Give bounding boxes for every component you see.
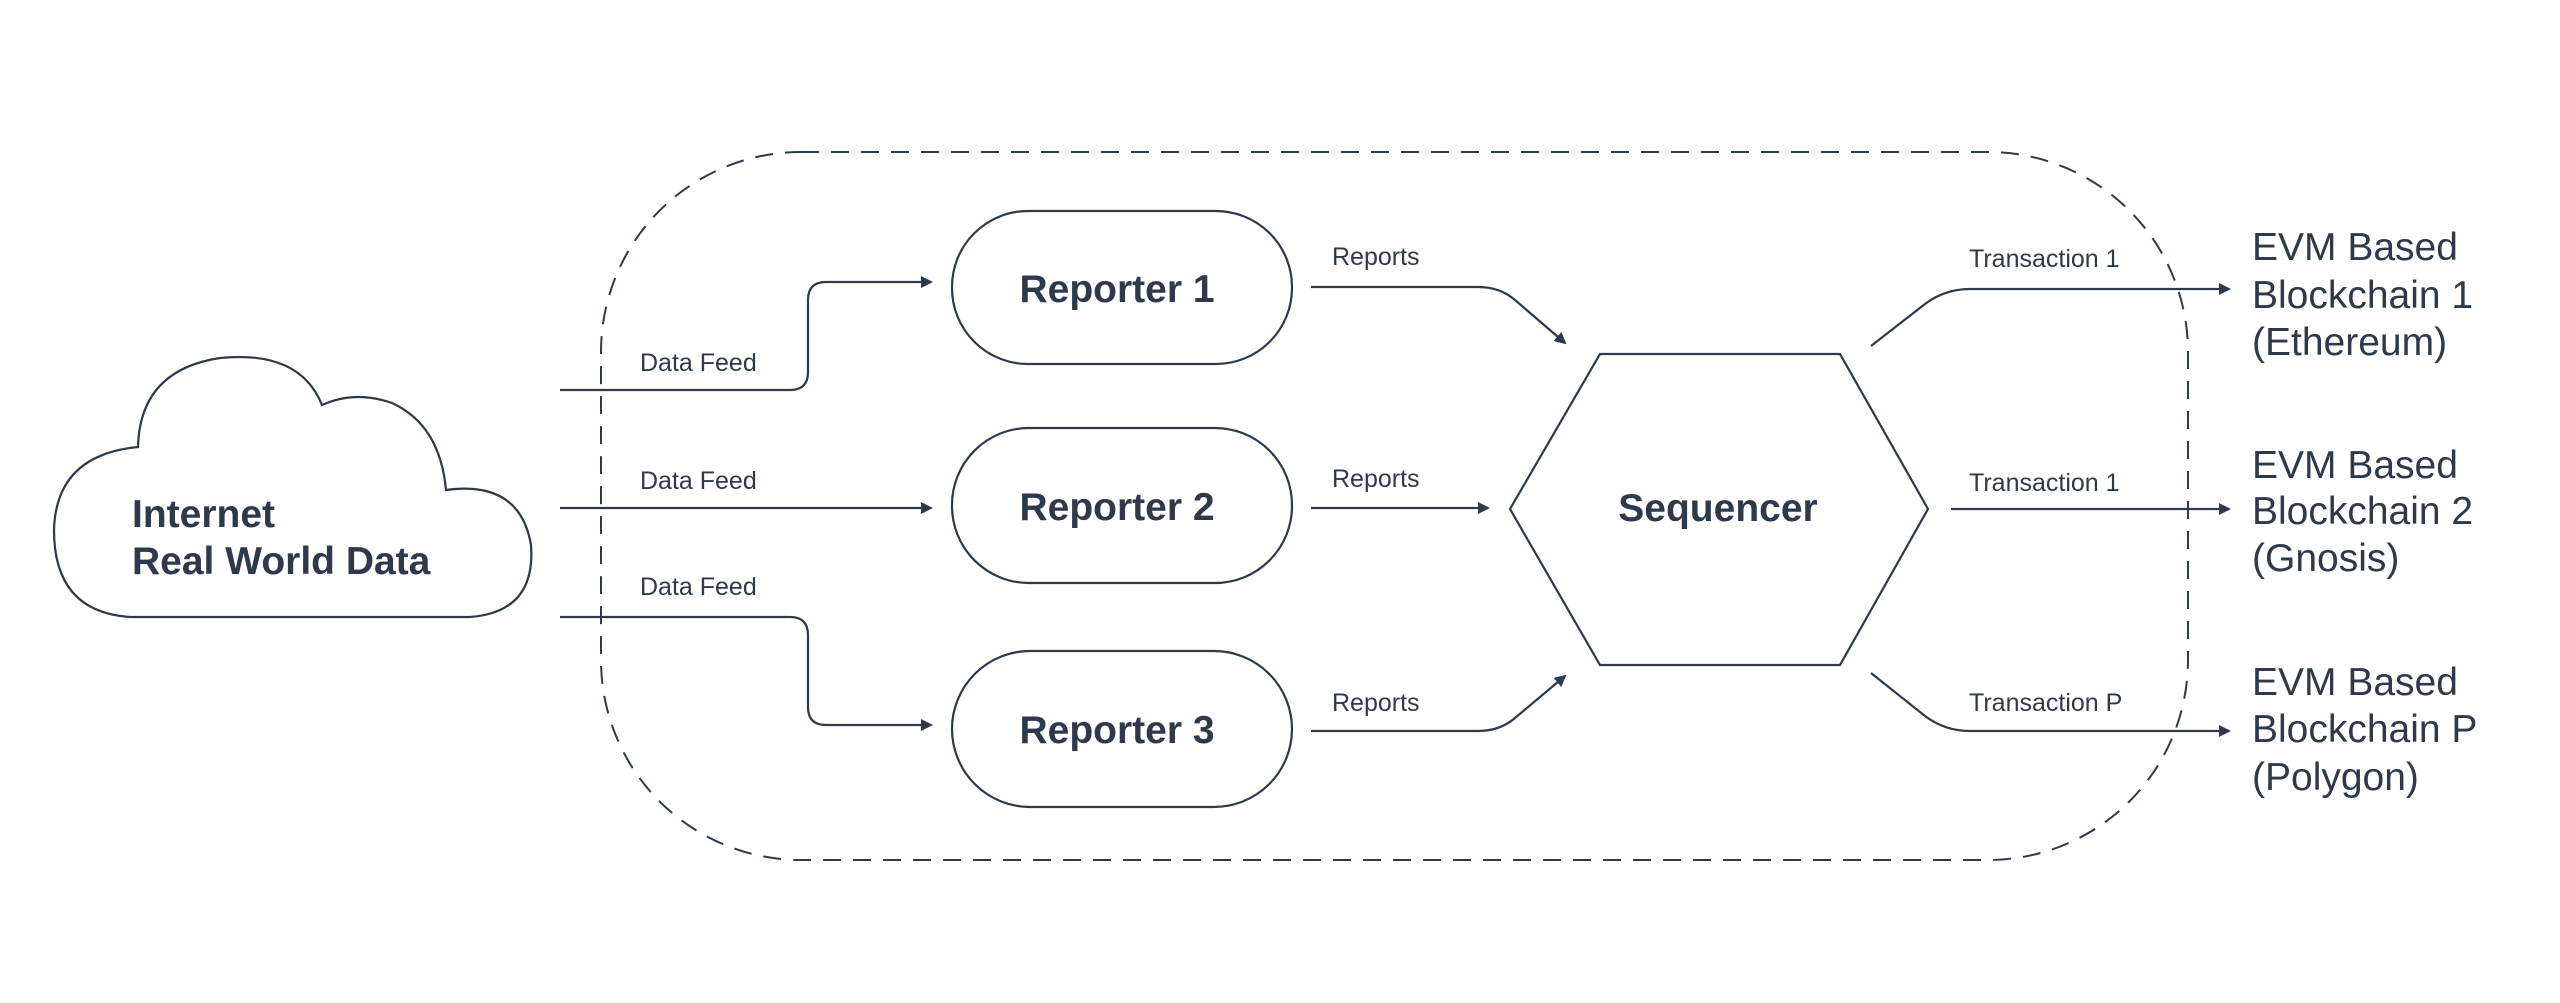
reports-label-1: Reports [1332, 243, 1420, 271]
reporter-2-label: Reporter 2 [1019, 486, 1214, 529]
chain-2-line1: EVM Based [2252, 444, 2458, 487]
chain-p-line3: (Polygon) [2252, 756, 2419, 799]
chain-p: EVM Based Blockchain P (Polygon) [2252, 661, 2477, 799]
chain-p-line2: Blockchain P [2252, 708, 2477, 751]
chain-1-line1: EVM Based [2252, 226, 2458, 269]
data-feed-label-3: Data Feed [640, 573, 757, 601]
reports-label-2: Reports [1332, 465, 1420, 493]
chain-p-line1: EVM Based [2252, 661, 2458, 704]
transaction-label-1: Transaction 1 [1969, 245, 2120, 273]
reports-arrow-1 [1311, 285, 1567, 345]
transaction-label-2: Transaction 1 [1969, 469, 2120, 497]
chain-2: EVM Based Blockchain 2 (Gnosis) [2252, 444, 2473, 580]
sequencer-label: Sequencer [1618, 487, 1817, 530]
architecture-diagram: Internet Real World Data Data Feed Data … [52, 151, 2477, 861]
chain-2-line2: Blockchain 2 [2252, 490, 2473, 533]
data-feed-label-2: Data Feed [640, 467, 757, 495]
chain-1-line2: Blockchain 1 [2252, 274, 2473, 317]
reporter-1-label: Reporter 1 [1019, 268, 1214, 311]
transaction-label-p: Transaction P [1969, 689, 2122, 717]
reports-label-3: Reports [1332, 689, 1420, 717]
data-feed-arrow-3 [560, 615, 933, 731]
chain-1: EVM Based Blockchain 1 (Ethereum) [2252, 226, 2473, 364]
source-label-line1: Internet [132, 493, 275, 536]
chain-2-line3: (Gnosis) [2252, 537, 2399, 580]
transaction-arrow-1 [1870, 283, 2231, 347]
source-label-line2: Real World Data [132, 540, 431, 583]
chain-1-line3: (Ethereum) [2252, 321, 2447, 364]
data-feed-label-1: Data Feed [640, 349, 757, 377]
reporter-3-label: Reporter 3 [1019, 709, 1214, 752]
